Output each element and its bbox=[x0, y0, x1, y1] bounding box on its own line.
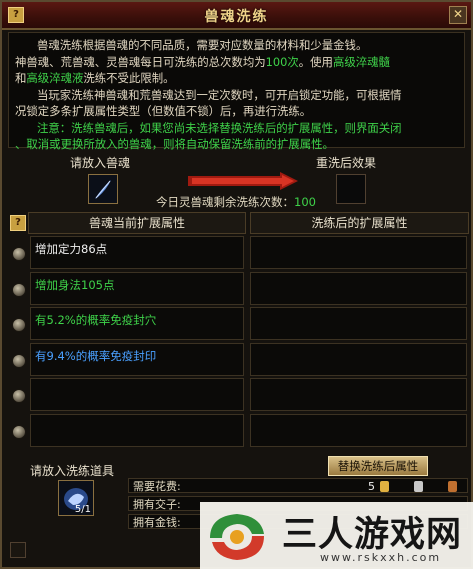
after-attribute-row bbox=[250, 378, 467, 411]
result-slot bbox=[336, 174, 366, 204]
description-panel: 兽魂洗练根据兽魂的不同品质，需要对应数量的材料和少量金钱。 神兽魂、荒兽魂、灵兽… bbox=[8, 32, 465, 151]
after-attributes-header: 洗练后的扩展属性 bbox=[250, 212, 469, 234]
lock-toggle-icon[interactable] bbox=[12, 318, 26, 332]
window-title: 兽魂洗练 bbox=[204, 9, 269, 25]
result-label: 重洗后效果 bbox=[316, 156, 377, 170]
lock-toggle-icon[interactable] bbox=[12, 424, 26, 439]
feather-icon bbox=[95, 180, 111, 199]
arrow-icon bbox=[188, 172, 298, 190]
attribute-text: 有9.4%的概率免疫封印 bbox=[35, 348, 157, 363]
desc-note: 注意：洗练兽魂后，如果您尚未选择替换洗练后的扩展属性，则界面关闭 bbox=[37, 120, 402, 135]
desc-line: 当玩家洗练神兽魂和荒兽魂达到一定次数时，可开启锁定功能，可根据情 bbox=[37, 87, 402, 102]
after-attribute-row bbox=[250, 307, 467, 340]
copper-coin-icon bbox=[448, 481, 457, 492]
desc-line: 况锁定多条扩展属性类型（但数值不锁）后，再进行洗练。 bbox=[15, 104, 312, 118]
tool-slot[interactable]: 5/1 bbox=[58, 480, 94, 516]
tool-count: 5/1 bbox=[74, 504, 91, 515]
desc-line: 神兽魂、荒兽魂、灵兽魂每日可洗练的总次数均为100次。使用高级淬魂髓 bbox=[15, 54, 390, 69]
attribute-text: 增加定力86点 bbox=[35, 242, 108, 256]
watermark: 三人游戏网 www.rskxxh.com bbox=[200, 502, 473, 569]
current-attribute-row: 增加身法105点 bbox=[30, 271, 244, 305]
fee-row: 需要花费: 5 bbox=[128, 478, 468, 493]
lock-toggle-icon[interactable] bbox=[12, 389, 26, 403]
lock-toggle-icon[interactable] bbox=[12, 282, 26, 297]
put-tool-label: 请放入洗练道具 bbox=[30, 464, 115, 478]
lock-toggle-icon[interactable] bbox=[12, 247, 26, 261]
after-attribute-row bbox=[250, 271, 467, 305]
watermark-logo-icon bbox=[210, 514, 264, 560]
desc-line: 和高级淬魂液洗练不受此限制。 bbox=[15, 71, 175, 85]
silver-coin-icon bbox=[414, 481, 423, 492]
attribute-text: 有5.2%的概率免疫封穴 bbox=[35, 313, 157, 327]
soul-refine-window: ? 兽魂洗练 ✕ 兽魂洗练根据兽魂的不同品质，需要对应数量的材料和少量金钱。 神… bbox=[0, 0, 473, 569]
desc-line: 兽魂洗练根据兽魂的不同品质，需要对应数量的材料和少量金钱。 bbox=[37, 38, 368, 52]
attribute-text: 增加身法105点 bbox=[35, 277, 115, 292]
bottom-corner-ornament bbox=[10, 542, 26, 558]
current-attribute-row: 增加定力86点 bbox=[30, 236, 244, 269]
lock-toggle-icon[interactable] bbox=[12, 353, 26, 368]
current-attribute-row: 有5.2%的概率免疫封穴 bbox=[30, 307, 244, 340]
watermark-url: www.rskxxh.com bbox=[320, 551, 442, 564]
replace-attributes-button[interactable]: 替换洗练后属性 bbox=[328, 456, 428, 476]
current-attribute-row bbox=[30, 378, 244, 411]
remaining-count: 今日灵兽魂剩余洗练次数：100 bbox=[156, 195, 316, 209]
current-attributes-header: 兽魂当前扩展属性 bbox=[28, 212, 246, 234]
after-attribute-row bbox=[250, 236, 467, 269]
after-attribute-row bbox=[250, 342, 467, 376]
close-icon[interactable]: ✕ bbox=[449, 6, 467, 24]
soul-slot[interactable] bbox=[88, 174, 118, 204]
watermark-name: 三人游戏网 bbox=[282, 515, 463, 555]
put-soul-label: 请放入兽魂 bbox=[70, 156, 131, 170]
fee-value: 5 bbox=[368, 480, 375, 493]
after-attribute-row bbox=[250, 413, 467, 447]
current-attribute-row: 有9.4%的概率免疫封印 bbox=[30, 342, 244, 376]
help-icon[interactable]: ? bbox=[10, 215, 26, 231]
gold-coin-icon bbox=[380, 481, 389, 492]
current-attribute-row bbox=[30, 413, 244, 447]
desc-note: 、取消或更换所放入的兽魂，则将自动保留洗练前的扩展属性。 bbox=[15, 137, 334, 151]
title-bar[interactable]: ? 兽魂洗练 ✕ bbox=[2, 2, 471, 30]
